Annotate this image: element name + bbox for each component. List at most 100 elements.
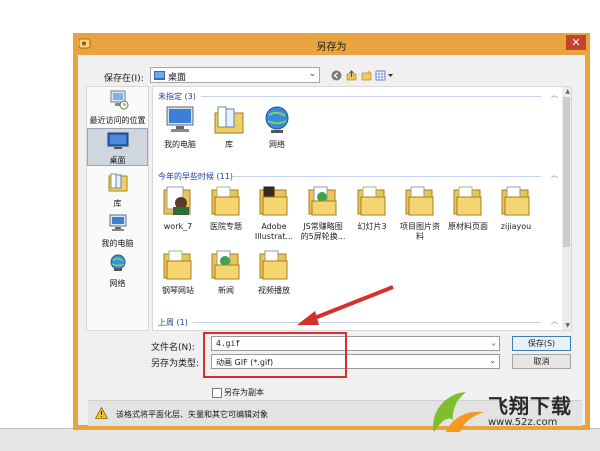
place-recent[interactable]: 最近访问的位置	[87, 90, 148, 126]
filename-label: 文件名(N):	[151, 343, 195, 353]
group-divider	[233, 176, 541, 177]
watermark-title: 飞翔下载	[488, 394, 572, 418]
item-label: 项目图片资料	[400, 222, 440, 241]
folder-icon	[405, 186, 434, 216]
list-item[interactable]: 钢琴网站	[155, 249, 201, 296]
place-label: 我的电脑	[101, 239, 134, 248]
list-item[interactable]: JS常赚略图的5屏轮换...	[300, 185, 346, 242]
desktop-icon	[107, 132, 128, 149]
list-item[interactable]: 网络	[254, 105, 300, 150]
chevron-down-icon: ⌄	[489, 356, 496, 365]
warning-text: 该格式将平面化层、矢量和其它可编辑对象	[116, 410, 268, 419]
item-label: 网络	[269, 140, 285, 149]
save-button[interactable]: 保存(S)	[512, 336, 571, 351]
libraries-icon	[108, 173, 127, 192]
watermark-url: www.52z.com	[488, 417, 558, 428]
group-header-last-week[interactable]: 上周 (1)	[158, 317, 188, 328]
scroll-up-icon[interactable]: ▲	[565, 88, 570, 95]
view-menu-icon[interactable]	[375, 70, 394, 81]
save-in-value: 桌面	[168, 73, 187, 83]
list-item[interactable]: work_7	[155, 185, 201, 232]
new-folder-icon[interactable]	[361, 70, 372, 81]
group-header-earlier-this-year[interactable]: 今年的早些时候 (11)	[158, 171, 233, 182]
list-item[interactable]: zijiayou	[493, 185, 539, 232]
list-item[interactable]: 幻灯片3	[349, 185, 395, 232]
warning-icon	[95, 407, 108, 419]
collapse-chevron-icon[interactable]: ︿	[551, 316, 558, 326]
place-label: 网络	[109, 279, 126, 288]
folder-icon	[259, 186, 288, 216]
place-label: 库	[113, 199, 122, 208]
taskbar	[0, 428, 600, 451]
folder-icon	[163, 186, 191, 215]
back-icon[interactable]	[331, 70, 342, 81]
folder-icon	[453, 186, 482, 216]
highlight-box	[203, 332, 347, 378]
recent-places-icon	[110, 90, 128, 110]
save-copy-checkbox[interactable]	[212, 388, 222, 398]
collapse-chevron-icon[interactable]: ︿	[551, 90, 558, 100]
list-item[interactable]: 库	[206, 105, 252, 150]
scrollbar-thumb[interactable]	[563, 97, 570, 247]
chevron-down-icon: ⌄	[308, 69, 316, 79]
item-label: 库	[225, 140, 233, 149]
folder-icon	[308, 186, 337, 216]
list-item[interactable]: 医院专题	[203, 185, 249, 232]
item-label: 视频播放	[258, 286, 290, 295]
item-label: Adobe Illustrat...	[254, 222, 294, 241]
item-label: 原材料页面	[448, 222, 488, 231]
desktop-background-left	[0, 10, 72, 428]
list-item[interactable]: 项目图片资料	[397, 185, 443, 242]
list-item[interactable]: 我的电脑	[157, 105, 203, 150]
folder-icon	[501, 186, 530, 216]
item-label: 医院专题	[210, 222, 242, 231]
item-label: 钢琴网站	[162, 286, 194, 295]
watermark-logo	[433, 392, 484, 432]
network-icon	[110, 254, 125, 271]
up-folder-icon[interactable]	[346, 70, 357, 81]
scroll-down-icon[interactable]: ▼	[565, 322, 570, 329]
chevron-down-icon[interactable]: ⌄	[491, 338, 496, 347]
computer-icon	[109, 214, 126, 231]
save-in-label: 保存在(I):	[104, 74, 144, 84]
item-label: 幻灯片3	[357, 222, 387, 231]
item-label: 我的电脑	[164, 140, 196, 149]
item-label: JS常赚略图的5屏轮换...	[300, 222, 346, 241]
desktop-folder-icon	[154, 71, 165, 80]
item-label: work_7	[163, 222, 193, 231]
group-divider	[201, 96, 541, 97]
dialog-title: 另存为	[316, 42, 347, 53]
computer-icon	[166, 106, 194, 132]
folder-icon	[259, 250, 288, 280]
place-label: 最近访问的位置	[89, 116, 146, 125]
list-item[interactable]: Adobe Illustrat...	[251, 185, 297, 242]
place-libraries[interactable]: 库	[87, 173, 148, 209]
collapse-chevron-icon[interactable]: ︿	[551, 170, 558, 180]
network-icon	[265, 106, 289, 133]
vertical-scrollbar[interactable]: ▲ ▼	[562, 87, 571, 330]
place-computer[interactable]: 我的电脑	[87, 213, 148, 249]
place-desktop[interactable]: 桌面	[87, 128, 148, 166]
folder-icon	[211, 250, 240, 280]
places-bar: 最近访问的位置 桌面 库 我的电脑 网络	[86, 86, 149, 331]
item-label: zijiayou	[500, 222, 532, 231]
item-label: 新闻	[218, 286, 234, 295]
place-network[interactable]: 网络	[87, 253, 148, 289]
filetype-label: 另存为类型:	[151, 359, 200, 369]
list-item[interactable]: 视频播放	[251, 249, 297, 296]
cancel-button[interactable]: 取消	[512, 354, 571, 369]
list-item[interactable]: 原材料页面	[445, 185, 491, 232]
libraries-icon	[214, 106, 244, 134]
group-header-unspecified[interactable]: 未指定 (3)	[158, 91, 196, 102]
folder-icon	[163, 250, 192, 280]
close-button[interactable]: ✕	[566, 35, 586, 50]
save-in-combo[interactable]: 桌面 ⌄	[150, 67, 320, 83]
folder-icon	[211, 186, 240, 216]
desktop-background-top	[0, 0, 600, 10]
save-copy-label: 另存为副本	[224, 388, 264, 397]
list-item[interactable]: 新闻	[203, 249, 249, 296]
folder-icon	[357, 186, 386, 216]
annotation-arrow	[297, 285, 394, 325]
title-bar: 另存为 ✕	[73, 33, 590, 55]
place-label: 桌面	[109, 156, 126, 165]
